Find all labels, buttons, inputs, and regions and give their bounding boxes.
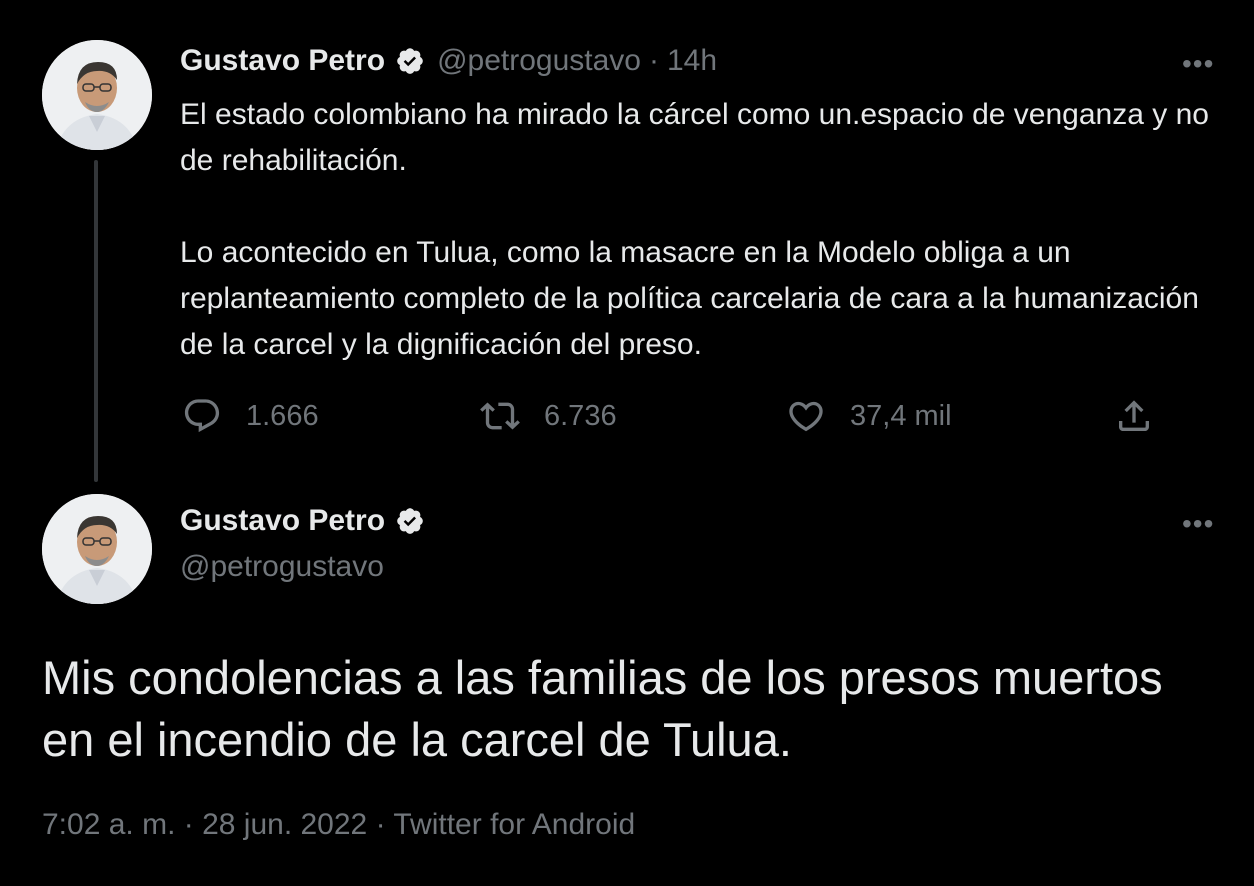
tweet2-header: Gustavo Petro [180,504,425,538]
author-name[interactable]: Gustavo Petro [180,504,385,538]
share-icon [1119,400,1149,431]
separator: · [648,44,659,77]
author-name[interactable]: Gustavo Petro [180,44,385,78]
tweet2-text: Mis condolencias a las familias de los p… [42,651,1163,766]
tweet-source: Twitter for Android [393,808,636,841]
retweet-button[interactable]: 6.736 [480,396,617,436]
author-handle[interactable]: @petrogustavo [437,44,641,78]
separator: · [375,808,386,841]
share-button[interactable] [1114,396,1154,436]
like-count: 37,4 mil [850,399,952,432]
tweet-paragraph: Lo acontecido en Tulua, como la masacre … [180,236,1199,361]
tweet1-header: Gustavo Petro @petrogustavo · 14h [180,44,717,78]
retweet-count: 6.736 [544,399,617,432]
reply-count: 1.666 [246,399,319,432]
like-icon [789,401,823,432]
tweet-date[interactable]: 28 jun. 2022 [202,808,367,841]
retweet-icon [480,402,520,430]
avatar[interactable] [42,40,152,150]
tweet-timestamp[interactable]: 7:02 a. m. [42,808,175,841]
thread-line [94,160,98,482]
like-button[interactable]: 37,4 mil [786,396,952,436]
reply-button[interactable]: 1.666 [182,396,319,436]
tweet1-text: El estado colombiano ha mirado la cárcel… [180,92,1220,368]
reply-icon [184,399,220,433]
more-icon[interactable]: ••• [1182,48,1214,80]
tweet-time[interactable]: 14h [667,44,717,78]
separator: · [183,808,194,841]
more-icon[interactable]: ••• [1182,508,1214,540]
verified-badge-icon [397,508,423,534]
tweet-paragraph: El estado colombiano ha mirado la cárcel… [180,98,1209,177]
tweet-meta: 7:02 a. m. · 28 jun. 2022 · Twitter for … [42,808,635,842]
avatar[interactable] [42,494,152,604]
verified-badge-icon [397,48,423,74]
author-handle[interactable]: @petrogustavo [180,550,384,584]
